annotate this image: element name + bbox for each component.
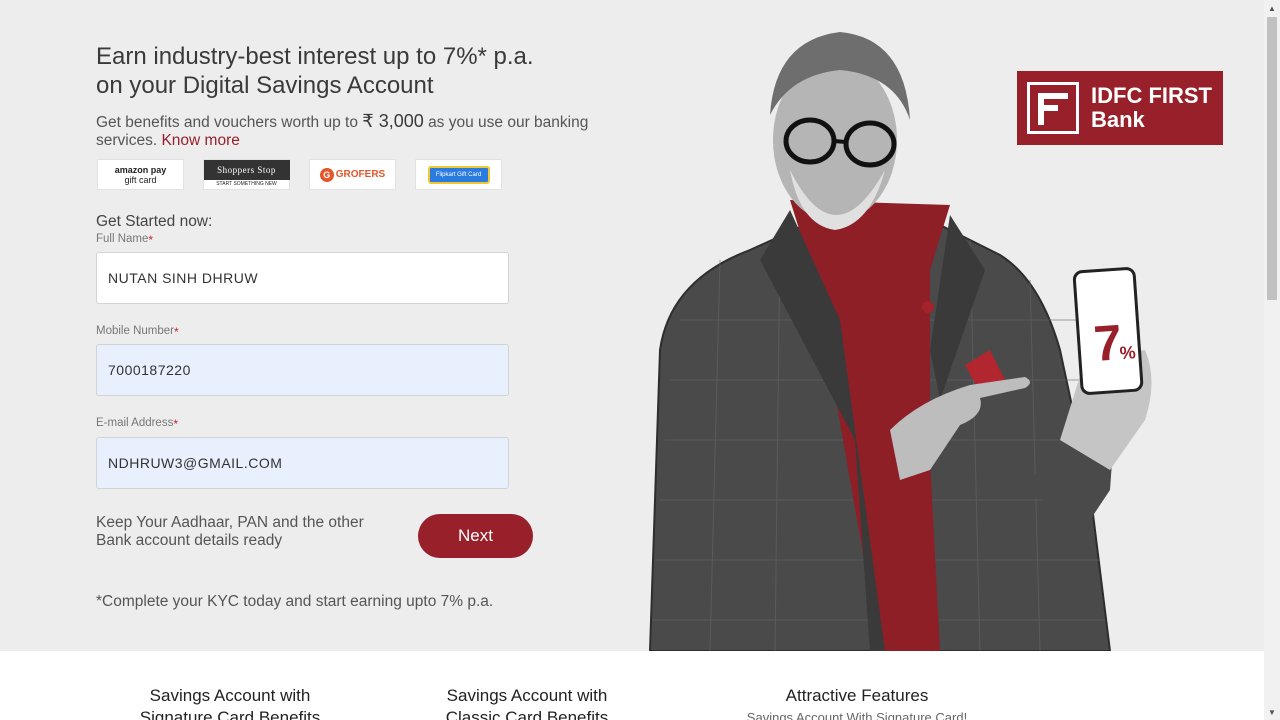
page-scrollbar[interactable]: ▲ ▼ bbox=[1264, 0, 1280, 720]
benefits-amount: ₹ 3,000 bbox=[362, 111, 424, 131]
tab-classic-card[interactable]: Savings Account with Classic Card Benefi… bbox=[415, 685, 639, 720]
benefits-text: Get benefits and vouchers worth up to ₹ … bbox=[96, 112, 616, 150]
email-label-text: E-mail Address bbox=[96, 417, 174, 429]
scroll-down-arrow-icon[interactable]: ▼ bbox=[1264, 704, 1280, 720]
account-tabs-bar: Savings Account with Signature Card Bene… bbox=[0, 651, 1264, 720]
grofers-logo: G GROFERS bbox=[309, 159, 396, 190]
grofers-text: GROFERS bbox=[335, 168, 386, 180]
flipkart-gift-card-logo: Flipkart Gift Card bbox=[415, 159, 502, 190]
required-asterisk: * bbox=[173, 417, 179, 431]
tab-signature-line-1: Savings Account with bbox=[149, 686, 311, 705]
tab-attractive-features[interactable]: Attractive Features Savings Account With… bbox=[712, 685, 1002, 720]
hero-section: Earn industry-best interest up to 7%* p.… bbox=[0, 0, 1264, 651]
scroll-thumb[interactable] bbox=[1267, 17, 1277, 300]
phone-percent: % bbox=[1119, 342, 1136, 363]
shoppers-stop-tagline: START SOMETHING NEW bbox=[216, 181, 277, 187]
full-name-label: Full Name* bbox=[96, 233, 153, 247]
documents-note: Keep Your Aadhaar, PAN and the other Ban… bbox=[96, 514, 364, 549]
headline-line-1: Earn industry-best interest up to 7%* p.… bbox=[96, 43, 534, 70]
form-heading: Get Started now: bbox=[96, 213, 213, 230]
kyc-footnote: *Complete your KYC today and start earni… bbox=[96, 593, 494, 610]
idfc-first-bank-logo: IDFC FIRST Bank bbox=[1017, 71, 1223, 145]
amazon-pay-logo: amazon pay gift card bbox=[97, 159, 184, 190]
flipkart-gift-card-text: Flipkart Gift Card bbox=[427, 165, 490, 184]
full-name-input[interactable] bbox=[96, 252, 509, 304]
idfc-logo-icon bbox=[1027, 82, 1079, 134]
grofers-icon: G bbox=[319, 167, 334, 182]
benefits-prefix: Get benefits and vouchers worth up to bbox=[96, 114, 358, 131]
mobile-number-label-text: Mobile Number bbox=[96, 325, 174, 337]
logo-line-1: IDFC FIRST bbox=[1091, 83, 1212, 108]
logo-line-2: Bank bbox=[1091, 107, 1145, 132]
tab-features-line-1: Attractive Features bbox=[785, 686, 929, 705]
mobile-number-input[interactable] bbox=[96, 344, 509, 396]
email-input[interactable] bbox=[96, 437, 509, 489]
shoppers-stop-text: Shoppers Stop bbox=[203, 160, 290, 180]
scroll-up-arrow-icon[interactable]: ▲ bbox=[1264, 0, 1280, 16]
amazon-pay-text: amazon pay bbox=[114, 164, 167, 175]
required-asterisk: * bbox=[148, 233, 154, 247]
tab-features-line-2: Savings Account With Signature Card! bbox=[746, 710, 968, 720]
tab-signature-card[interactable]: Savings Account with Signature Card Bene… bbox=[118, 685, 342, 720]
shoppers-stop-logo: Shoppers Stop START SOMETHING NEW bbox=[203, 159, 290, 190]
know-more-link[interactable]: Know more bbox=[161, 132, 239, 149]
full-name-label-text: Full Name bbox=[96, 233, 149, 245]
voucher-logos: amazon pay gift card Shoppers Stop START… bbox=[97, 159, 521, 190]
tab-classic-line-2: Classic Card Benefits bbox=[445, 708, 609, 720]
email-label: E-mail Address* bbox=[96, 417, 178, 431]
required-asterisk: * bbox=[173, 325, 179, 339]
page-headline: Earn industry-best interest up to 7%* p.… bbox=[96, 42, 636, 100]
logo-text: IDFC FIRST Bank bbox=[1091, 84, 1212, 132]
amazon-gift-card-text: gift card bbox=[124, 174, 157, 185]
headline-line-2: on your Digital Savings Account bbox=[96, 72, 434, 99]
mobile-number-label: Mobile Number* bbox=[96, 325, 179, 339]
tab-classic-line-1: Savings Account with bbox=[446, 686, 608, 705]
next-button[interactable]: Next bbox=[418, 514, 533, 558]
tab-signature-line-2: Signature Card Benefits bbox=[139, 708, 321, 720]
